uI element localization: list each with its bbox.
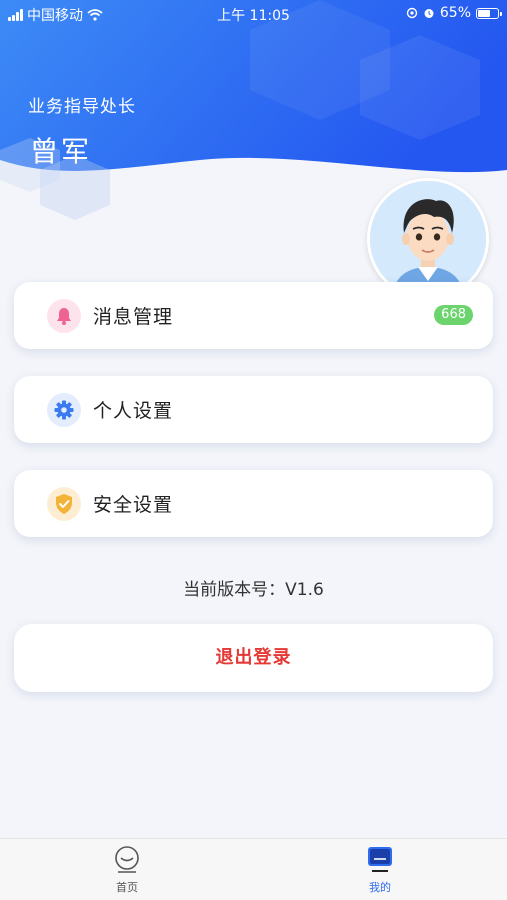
status-bar: 中国移动 上午 11:05 65% xyxy=(0,0,507,28)
smiley-face-icon xyxy=(115,846,139,873)
tab-mine[interactable]: 我的 xyxy=(340,845,420,895)
user-role: 业务指导处长 xyxy=(28,97,136,117)
menu-item-personal-settings[interactable]: 个人设置 xyxy=(14,376,493,443)
menu-item-security-settings[interactable]: 安全设置 xyxy=(14,470,493,537)
version-text: 当前版本号：V1.6 xyxy=(183,580,324,600)
menu-item-messages[interactable]: 消息管理 668 xyxy=(14,282,493,349)
tab-label-mine: 我的 xyxy=(369,881,391,894)
profile-monitor-icon xyxy=(368,847,392,872)
shield-check-icon xyxy=(47,487,81,521)
avatar-illustration xyxy=(370,181,486,297)
alarm-icon xyxy=(424,9,434,18)
menu-label-messages: 消息管理 xyxy=(93,306,174,328)
bottom-tab-bar: 首页 我的 xyxy=(0,838,507,900)
user-name: 曾军 xyxy=(30,135,93,168)
tab-label-home: 首页 xyxy=(116,881,138,894)
bell-icon xyxy=(47,299,81,333)
menu-label-personal-settings: 个人设置 xyxy=(93,400,174,422)
gear-icon xyxy=(47,393,81,427)
message-count-badge: 668 xyxy=(434,305,473,325)
battery-percent: 65% xyxy=(439,5,471,21)
tab-home[interactable]: 首页 xyxy=(87,845,167,895)
menu-label-security-settings: 安全设置 xyxy=(93,494,174,516)
battery-icon xyxy=(476,7,502,19)
logout-button[interactable]: 退出登录 xyxy=(14,624,493,692)
orientation-lock-icon xyxy=(406,7,418,19)
